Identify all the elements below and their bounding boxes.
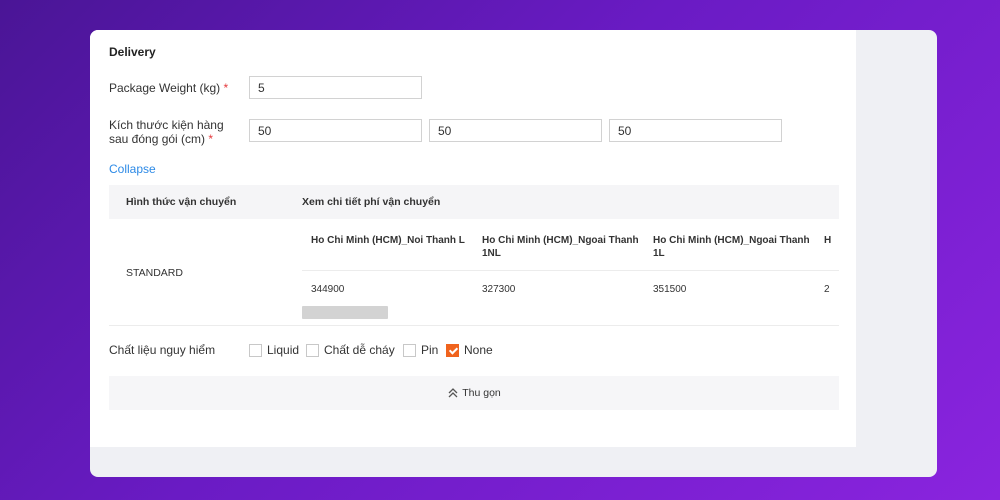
dimensions-label-line1: Kích thước kiện hàng (109, 118, 224, 132)
shipping-row: STANDARD Ho Chi Minh (HCM)_Noi Thanh L H… (109, 219, 839, 326)
zone-price: 351500 (653, 284, 687, 295)
zone-price: 2 (824, 284, 830, 295)
column-header-method: Hình thức vận chuyển (126, 196, 237, 208)
hazard-option-liquid[interactable]: Liquid (249, 342, 299, 358)
hazard-option-flammable[interactable]: Chất dễ cháy (306, 342, 395, 358)
weight-input[interactable] (249, 76, 422, 99)
width-input[interactable] (429, 119, 602, 142)
required-mark: * (208, 132, 214, 146)
zone-name: Ho Chi Minh (HCM)_Ngoai Thanh 1NL (482, 235, 639, 259)
height-input[interactable] (609, 119, 782, 142)
hazard-option-battery[interactable]: Pin (403, 342, 438, 358)
collapse-link[interactable]: Collapse (109, 162, 156, 176)
length-input[interactable] (249, 119, 422, 142)
hazard-option-label: Chất dễ cháy (324, 343, 395, 357)
dimensions-label: Kích thước kiện hàng sau đóng gói (cm) * (109, 118, 224, 146)
checkbox[interactable] (403, 343, 416, 357)
zone-scroll-area[interactable]: Ho Chi Minh (HCM)_Noi Thanh L Ho Chi Min… (302, 219, 839, 325)
zone-price: 344900 (311, 284, 345, 295)
checkbox[interactable] (249, 343, 262, 357)
hazard-label: Chất liệu nguy hiểm (109, 343, 216, 357)
required-mark: * (223, 81, 229, 95)
dimensions-label-line2: sau đóng gói (cm) (109, 132, 206, 146)
hazard-option-label: Liquid (267, 343, 300, 357)
column-header-detail: Xem chi tiết phí vận chuyển (302, 196, 441, 208)
hazard-option-label: None (464, 343, 493, 357)
section-title: Delivery (109, 45, 156, 59)
hazard-option-none[interactable]: None (446, 342, 493, 358)
collapse-button[interactable]: Thu gọn (109, 376, 839, 410)
zone-name: Ho Chi Minh (HCM)_Noi Thanh L (311, 235, 465, 246)
checkbox[interactable] (306, 343, 319, 357)
page-frame: Delivery Package Weight (kg) * Kích thướ… (90, 30, 937, 477)
zone-price: 327300 (482, 284, 516, 295)
weight-label: Package Weight (kg) * (109, 81, 228, 95)
double-chevron-up-icon (448, 388, 458, 398)
collapse-label: Thu gọn (462, 387, 501, 399)
zone-name: Ho Chi Minh (HCM)_Ngoai Thanh 1L (653, 235, 810, 259)
checkbox-checked[interactable] (446, 343, 459, 357)
hazard-option-label: Pin (421, 343, 439, 357)
delivery-panel: Delivery Package Weight (kg) * Kích thướ… (90, 30, 856, 447)
shipping-table-header: Hình thức vận chuyển Xem chi tiết phí vậ… (109, 185, 839, 219)
horizontal-scrollbar[interactable] (302, 306, 388, 319)
shipping-method: STANDARD (126, 267, 183, 279)
zone-divider (302, 270, 839, 271)
zone-name: H (824, 235, 832, 246)
weight-label-text: Package Weight (kg) (109, 81, 221, 95)
